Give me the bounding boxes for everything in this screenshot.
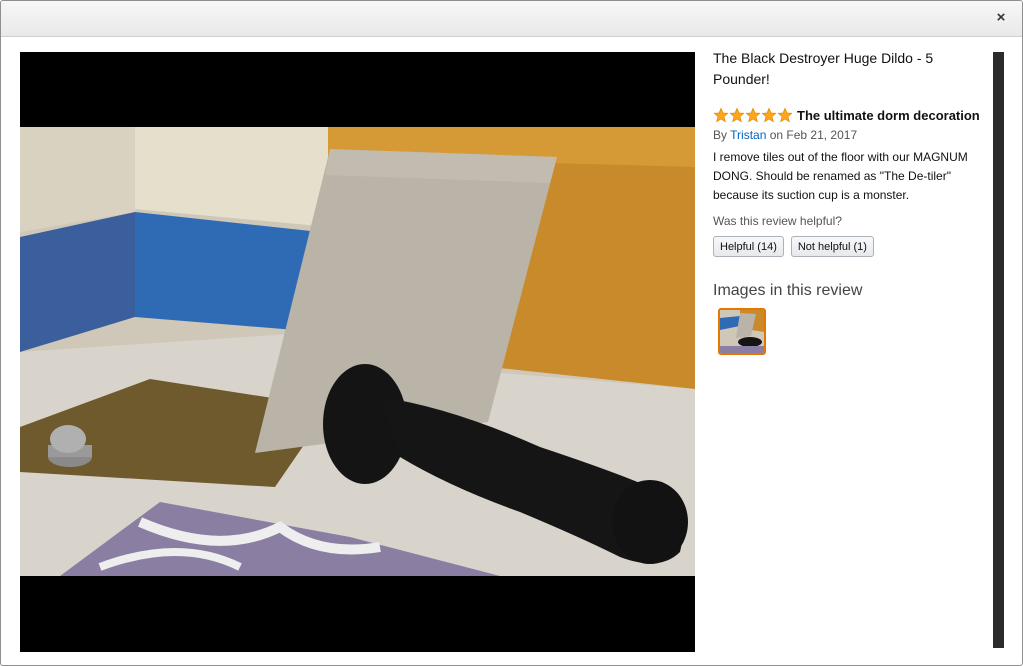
review-panel: The Black Destroyer Huge Dildo - 5 Pound… [713, 48, 989, 355]
close-icon[interactable]: × [992, 8, 1010, 28]
review-image-thumbnail[interactable] [718, 308, 766, 355]
helpful-button[interactable]: Helpful (14) [713, 236, 784, 257]
star-icon [729, 107, 745, 123]
images-heading: Images in this review [713, 282, 863, 299]
review-title: The ultimate dorm decoration [797, 107, 980, 123]
review-body: I remove tiles out of the floor with our… [713, 150, 968, 202]
star-icon [713, 107, 729, 123]
review-photo [20, 127, 695, 576]
product-title: The Black Destroyer Huge Dildo - 5 Pound… [713, 50, 934, 87]
image-modal: × The Black Destroyer Huge Dildo - 5 Pou… [0, 0, 1023, 666]
modal-header: × [1, 1, 1022, 37]
review-byline: By Tristan on Feb 21, 2017 [713, 128, 989, 142]
star-icon [745, 107, 761, 123]
scrollbar[interactable] [993, 52, 1004, 648]
by-prefix: By [713, 128, 728, 142]
vote-buttons: Helpful (14) Not helpful (1) [713, 236, 989, 257]
star-icon [777, 107, 793, 123]
not-helpful-button[interactable]: Not helpful (1) [790, 236, 874, 257]
helpful-question: Was this review helpful? [713, 214, 842, 228]
star-icon [761, 107, 777, 123]
image-viewer [20, 52, 695, 652]
review-header: The ultimate dorm decoration [713, 107, 989, 123]
star-rating [713, 107, 793, 123]
author-link[interactable]: Tristan [730, 128, 766, 142]
review-date: on Feb 21, 2017 [769, 128, 858, 142]
